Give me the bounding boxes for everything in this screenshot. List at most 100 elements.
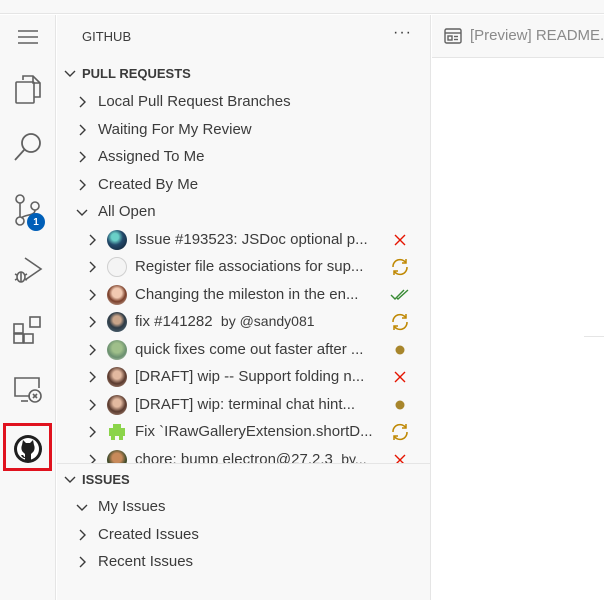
- pull-request-item[interactable]: [DRAFT] wip: terminal chat hint...: [57, 391, 430, 418]
- chevron-right-icon: [89, 426, 96, 437]
- chevron-right-icon: [79, 151, 86, 162]
- dot-icon: [390, 340, 410, 360]
- pr-author: by @sandy081: [220, 313, 315, 329]
- avatar: [107, 284, 127, 305]
- chevron-right-icon: [89, 371, 96, 382]
- extensions-icon: [13, 315, 43, 345]
- chevron-right-icon: [89, 316, 96, 327]
- category-created-issues[interactable]: Created Issues: [57, 521, 430, 548]
- category-assigned-to-me[interactable]: Assigned To Me: [57, 143, 430, 170]
- chevron-down-icon: [64, 70, 76, 77]
- title-bar-strip: [0, 0, 604, 14]
- chevron-down-icon: [64, 476, 76, 483]
- pr-title: [DRAFT] wip -- Support folding n...: [135, 368, 365, 385]
- section-label: ISSUES: [82, 471, 130, 487]
- category-waiting-for-review[interactable]: Waiting For My Review: [57, 116, 430, 143]
- preview-icon: [444, 27, 462, 44]
- x-icon: [390, 450, 410, 463]
- pull-request-item[interactable]: chore: bump electron@27.2.3 by...: [57, 449, 430, 463]
- highlight-box: [3, 423, 52, 471]
- sync-icon: [390, 312, 410, 332]
- pr-title-text: chore: bump electron@27.2.3: [135, 451, 333, 463]
- dot-icon: [390, 395, 410, 415]
- menu-icon: [18, 30, 38, 44]
- pull-request-item[interactable]: Register file associations for sup...: [57, 253, 430, 280]
- pull-request-item[interactable]: Fix `IRawGalleryExtension.shortD...: [57, 418, 430, 445]
- pull-request-item[interactable]: [DRAFT] wip -- Support folding n...: [57, 363, 430, 390]
- avatar: [107, 421, 127, 442]
- explorer-icon: [14, 74, 42, 104]
- editor-divider: [584, 336, 604, 337]
- category-local-pr-branches[interactable]: Local Pull Request Branches: [57, 88, 430, 115]
- pr-title: Changing the mileston in the en...: [135, 286, 359, 303]
- category-label: Created Issues: [98, 526, 199, 543]
- pull-request-item[interactable]: Changing the mileston in the en...: [57, 281, 430, 308]
- chevron-right-icon: [89, 261, 96, 272]
- github-sidebar: GITHUB ··· PULL REQUESTS Local Pull Requ…: [57, 15, 431, 600]
- chevron-right-icon: [89, 454, 96, 463]
- avatar: [107, 311, 127, 332]
- avatar: [107, 394, 127, 415]
- activity-bar: 1: [0, 15, 56, 600]
- pull-request-item[interactable]: quick fixes come out faster after ...: [57, 336, 430, 363]
- pr-title: [DRAFT] wip: terminal chat hint...: [135, 396, 356, 413]
- avatar: [107, 256, 127, 277]
- source-control-badge: 1: [27, 213, 45, 231]
- pr-author: by...: [341, 451, 367, 463]
- tab-label: [Preview] README.md: [470, 27, 604, 44]
- pr-title: chore: bump electron@27.2.3 by...: [135, 451, 381, 463]
- more-actions-icon[interactable]: ···: [393, 24, 412, 42]
- chevron-down-icon: [76, 504, 88, 511]
- chevron-right-icon: [79, 556, 86, 567]
- pr-title: fix #141282 by @sandy081: [135, 313, 381, 330]
- avatar: [107, 449, 127, 463]
- pr-title: Fix `IRawGalleryExtension.shortD...: [135, 423, 373, 440]
- explorer-button[interactable]: [0, 65, 56, 113]
- sync-icon: [390, 422, 410, 442]
- pr-title: Register file associations for sup...: [135, 258, 364, 275]
- sidebar-title: GITHUB: [82, 29, 132, 44]
- category-label: Recent Issues: [98, 553, 194, 570]
- category-recent-issues[interactable]: Recent Issues: [57, 548, 430, 575]
- pr-title: quick fixes come out faster after ...: [135, 341, 364, 358]
- menu-button[interactable]: [0, 15, 56, 59]
- remote-explorer-button[interactable]: [0, 366, 56, 414]
- chevron-right-icon: [89, 234, 96, 245]
- tab-readme-preview[interactable]: [Preview] README.md: [444, 27, 604, 44]
- pr-title-text: fix #141282: [135, 313, 213, 330]
- pull-request-item[interactable]: fix #141282 by @sandy081: [57, 308, 430, 335]
- x-icon: [390, 367, 410, 387]
- chevron-right-icon: [79, 179, 86, 190]
- source-control-button[interactable]: 1: [0, 186, 56, 234]
- category-label: All Open: [98, 203, 156, 220]
- avatar: [107, 366, 127, 387]
- avatar: [107, 229, 127, 250]
- category-label: My Issues: [98, 498, 166, 515]
- issues-header[interactable]: ISSUES: [57, 468, 430, 490]
- category-all-open[interactable]: All Open: [57, 198, 430, 225]
- run-debug-icon: [13, 255, 43, 285]
- category-label: Created By Me: [98, 176, 199, 193]
- category-label: Waiting For My Review: [98, 121, 252, 138]
- editor-tab-bar: [Preview] README.md: [432, 15, 604, 58]
- category-my-issues[interactable]: My Issues: [57, 493, 430, 520]
- pull-request-list-clip: chore: bump electron@27.2.3 by...: [57, 449, 430, 463]
- category-created-by-me[interactable]: Created By Me: [57, 171, 430, 198]
- double-check-icon: [390, 285, 410, 305]
- chevron-right-icon: [79, 124, 86, 135]
- chevron-right-icon: [89, 289, 96, 300]
- extensions-button[interactable]: [0, 306, 56, 354]
- search-button[interactable]: [0, 123, 56, 171]
- chevron-right-icon: [79, 529, 86, 540]
- pull-requests-header[interactable]: PULL REQUESTS: [57, 62, 430, 84]
- section-divider: [57, 463, 430, 464]
- x-icon: [390, 230, 410, 250]
- sync-icon: [390, 257, 410, 277]
- chevron-right-icon: [79, 96, 86, 107]
- run-debug-button[interactable]: [0, 246, 56, 294]
- section-label: PULL REQUESTS: [82, 65, 191, 81]
- pull-request-item[interactable]: Issue #193523: JSDoc optional p...: [57, 226, 430, 253]
- chevron-right-icon: [89, 344, 96, 355]
- remote-explorer-icon: [13, 376, 43, 404]
- category-label: Local Pull Request Branches: [98, 93, 291, 110]
